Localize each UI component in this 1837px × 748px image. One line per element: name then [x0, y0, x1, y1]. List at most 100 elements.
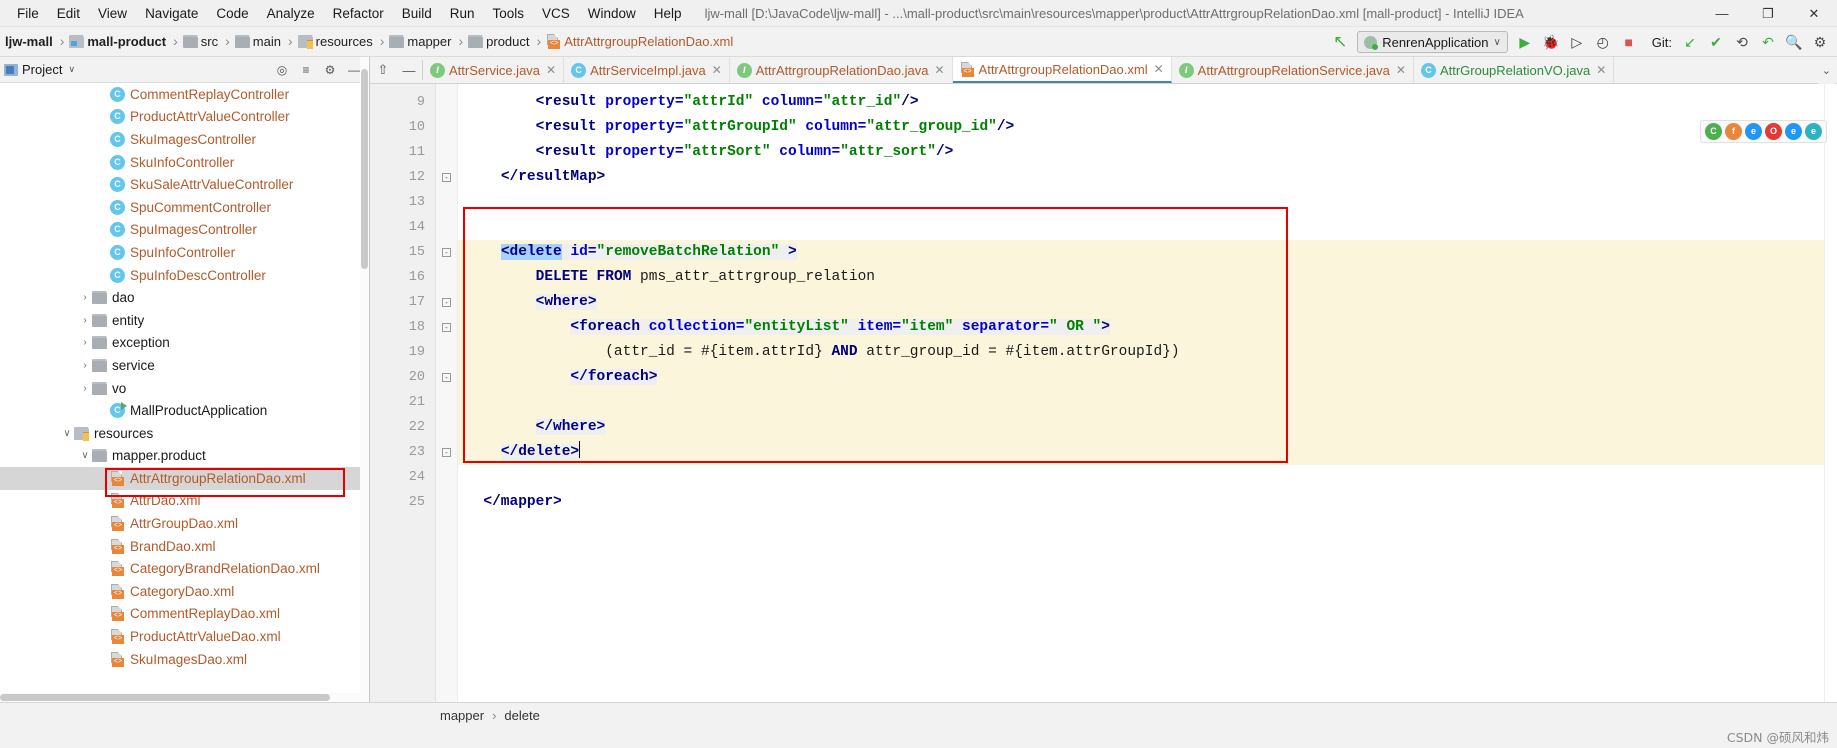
close-tab-icon[interactable]: ✕	[932, 63, 944, 77]
code-line[interactable]	[458, 190, 1837, 215]
code-line[interactable]: </foreach>	[458, 365, 1837, 390]
code-line[interactable]: <where>	[458, 290, 1837, 315]
run-button[interactable]: ▶	[1512, 29, 1538, 55]
tree-item[interactable]: C MallProductApplication	[0, 399, 369, 422]
tree-item[interactable]: › entity	[0, 309, 369, 332]
code-editor[interactable]: 9 10 11 12 13 14 15 16 17 18 19 20 21 22 23 24 25 ------…	[370, 84, 1837, 702]
tree-item[interactable]: C SpuInfoDescController	[0, 264, 369, 287]
run-with-coverage-button[interactable]: ▷	[1564, 29, 1590, 55]
tree-expand-arrow-icon[interactable]: ›	[78, 360, 92, 371]
close-button[interactable]: ✕	[1791, 0, 1837, 27]
pin-tab-icon[interactable]: ⇧	[370, 57, 396, 83]
debug-button[interactable]: 🐞	[1538, 29, 1564, 55]
close-tab-icon[interactable]: ✕	[1152, 62, 1164, 76]
browser-preview-bar[interactable]: CfeOee	[1700, 120, 1827, 143]
code-line[interactable]	[458, 215, 1837, 240]
settings-icon[interactable]: ⚙	[319, 59, 341, 81]
project-tree-vertical-scrollbar[interactable]	[360, 57, 369, 702]
fold-marker[interactable]: -	[436, 290, 457, 315]
collapse-icon[interactable]: -	[442, 298, 451, 307]
fold-marker[interactable]	[436, 215, 457, 240]
profile-button[interactable]: ◴	[1590, 29, 1616, 55]
code-line[interactable]: </resultMap>	[458, 165, 1837, 190]
edge-chromium-icon[interactable]: e	[1745, 123, 1762, 140]
tree-item[interactable]: ∨ resources	[0, 422, 369, 445]
tree-item[interactable]: <> BrandDao.xml	[0, 535, 369, 558]
project-tree-horizontal-scrollbar[interactable]	[0, 693, 369, 702]
menu-bar[interactable]: File Edit View Navigate Code Analyze Ref…	[0, 3, 691, 24]
collapse-icon[interactable]: -	[442, 323, 451, 332]
back-arrow-icon[interactable]: ↖	[1327, 29, 1353, 55]
editor-tab-bar[interactable]: ⇧ — I AttrService.java ✕ C AttrServiceImpl.j…	[370, 57, 1837, 84]
editor-tab[interactable]: C AttrGroupRelationVO.java ✕	[1414, 57, 1615, 83]
tree-item[interactable]: <> CommentReplayDao.xml	[0, 603, 369, 626]
tree-item[interactable]: C CommentReplayController	[0, 83, 369, 106]
editor-error-stripe[interactable]	[1824, 84, 1837, 702]
code-line[interactable]	[458, 465, 1837, 490]
tree-item[interactable]: C SpuInfoController	[0, 241, 369, 264]
breadcrumb-item-project[interactable]: ljw-mall	[2, 34, 56, 49]
close-tab-icon[interactable]: ✕	[1594, 63, 1606, 77]
breadcrumb-item-product[interactable]: product	[468, 34, 532, 49]
chrome-icon[interactable]: C	[1705, 123, 1722, 140]
code-line[interactable]: <result property="attrSort" column="attr…	[458, 140, 1837, 165]
tree-item[interactable]: › exception	[0, 332, 369, 355]
collapse-all-icon[interactable]: ≡	[295, 59, 317, 81]
project-tree[interactable]: C CommentReplayController C ProductAttrValu…	[0, 83, 369, 702]
tree-item[interactable]: <> AttrDao.xml	[0, 490, 369, 513]
editor-tab[interactable]: I AttrService.java ✕	[423, 57, 565, 83]
collapse-icon[interactable]: -	[442, 448, 451, 457]
tree-item[interactable]: C SkuInfoController	[0, 151, 369, 174]
tree-item[interactable]: ∨ mapper.product	[0, 445, 369, 468]
editor-tab[interactable]: I AttrAttrgroupRelationService.java ✕	[1172, 57, 1414, 83]
tree-expand-arrow-icon[interactable]: ›	[78, 383, 92, 394]
collapse-icon[interactable]: -	[442, 248, 451, 257]
fold-marker[interactable]	[436, 465, 457, 490]
fold-marker[interactable]: -	[436, 165, 457, 190]
menu-item-build[interactable]: Build	[393, 3, 441, 24]
editor-tab[interactable]: I AttrAttrgroupRelationDao.java ✕	[730, 57, 953, 83]
menu-item-window[interactable]: Window	[579, 3, 645, 24]
tree-item[interactable]: › dao	[0, 286, 369, 309]
edge-icon[interactable]: e	[1805, 123, 1822, 140]
menu-item-refactor[interactable]: Refactor	[324, 3, 393, 24]
fold-marker[interactable]	[436, 340, 457, 365]
code-line[interactable]: </delete>	[458, 440, 1837, 465]
tree-item[interactable]: C ProductAttrValueController	[0, 106, 369, 129]
tree-item[interactable]: <> ProductAttrValueDao.xml	[0, 625, 369, 648]
tree-expand-arrow-icon[interactable]: ›	[78, 337, 92, 348]
code-line[interactable]: </mapper>	[458, 490, 1837, 515]
menu-item-analyze[interactable]: Analyze	[258, 3, 324, 24]
code-line[interactable]: <foreach collection="entityList" item="i…	[458, 315, 1837, 340]
breadcrumb-item-resources[interactable]: resources	[297, 34, 376, 49]
editor-breadcrumb-item-mapper[interactable]: mapper	[440, 708, 484, 723]
editor-tab[interactable]: <> AttrAttrgroupRelationDao.xml ✕	[952, 57, 1172, 83]
scrollbar-thumb[interactable]	[0, 694, 330, 701]
tree-item[interactable]: <> CategoryBrandRelationDao.xml	[0, 557, 369, 580]
fold-marker[interactable]: -	[436, 365, 457, 390]
run-configuration-selector[interactable]: RenrenApplication ∨	[1357, 31, 1508, 53]
tree-item[interactable]: C SkuSaleAttrValueController	[0, 173, 369, 196]
tree-item[interactable]: C SpuImagesController	[0, 219, 369, 242]
fold-marker[interactable]: -	[436, 240, 457, 265]
fold-marker[interactable]	[436, 390, 457, 415]
chevron-down-icon[interactable]: ∨	[62, 64, 75, 75]
fold-marker[interactable]	[436, 140, 457, 165]
breadcrumb-item-main[interactable]: main	[234, 34, 284, 49]
minimize-button[interactable]: —	[1699, 0, 1745, 27]
close-tab-icon[interactable]: ✕	[544, 63, 556, 77]
code-line[interactable]: <result property="attrId" column="attr_i…	[458, 90, 1837, 115]
close-tab-icon[interactable]: ✕	[710, 63, 722, 77]
code-line[interactable]	[458, 390, 1837, 415]
code-line[interactable]: DELETE FROM pms_attr_attrgroup_relation	[458, 265, 1837, 290]
code-text-area[interactable]: <result property="attrId" column="attr_i…	[458, 84, 1837, 702]
menu-item-help[interactable]: Help	[645, 3, 691, 24]
breadcrumb-item-file[interactable]: <> AttrAttrgroupRelationDao.xml	[546, 34, 736, 49]
tree-item[interactable]: <> AttrAttrgroupRelationDao.xml	[0, 467, 369, 490]
close-tab-icon[interactable]: ✕	[1394, 63, 1406, 77]
fold-marker[interactable]	[436, 415, 457, 440]
code-line[interactable]: (attr_id = #{item.attrId} AND attr_group…	[458, 340, 1837, 365]
tree-expand-arrow-icon[interactable]: ∨	[78, 450, 92, 461]
menu-item-edit[interactable]: Edit	[48, 3, 89, 24]
tree-expand-arrow-icon[interactable]: ›	[78, 315, 92, 326]
